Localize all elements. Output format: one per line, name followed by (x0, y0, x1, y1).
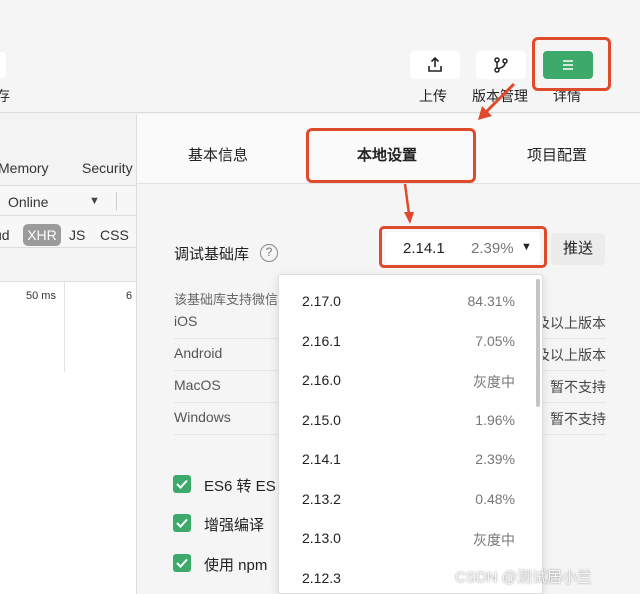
push-button[interactable]: 推送 (551, 233, 605, 265)
branch-icon (494, 57, 508, 73)
dropdown-scrollbar[interactable] (536, 279, 540, 407)
sdk-version-dropdown: 2.17.0 84.31% 2.16.1 7.05% 2.16.0 灰度中 2.… (278, 274, 543, 594)
platform-value: 及以上版本 (536, 347, 606, 363)
help-icon[interactable]: ? (260, 244, 278, 262)
option-percent: 84.31% (467, 293, 515, 309)
filter-cloud[interactable]: ud (0, 227, 10, 243)
option-percent: 灰度中 (473, 532, 515, 548)
filter-js[interactable]: JS (69, 227, 85, 243)
upload-icon (428, 56, 442, 72)
option-version: 2.12.3 (302, 569, 341, 586)
throttle-select[interactable]: Online (8, 194, 48, 210)
local-settings-highlight-box (306, 128, 476, 183)
toolbar-save-label: 存 (0, 88, 10, 104)
tab-project-config[interactable]: 项目配置 (527, 144, 587, 165)
filter-xhr[interactable]: XHR (23, 224, 61, 246)
checkbox-label: 增强编译 (204, 517, 265, 534)
chevron-down-icon[interactable]: ▼ (89, 195, 100, 207)
filter-css[interactable]: CSS (100, 227, 129, 243)
check-icon (176, 479, 188, 489)
dropdown-option[interactable]: 2.16.0 灰度中 (279, 360, 541, 400)
option-version: 2.16.0 (302, 372, 341, 388)
check-icon (176, 518, 188, 528)
checkbox-label: 使用 npm (204, 557, 268, 574)
dropdown-option[interactable]: 2.13.2 0.48% (279, 479, 541, 519)
toolbar-divider (116, 192, 117, 210)
platform-name: iOS (174, 313, 198, 329)
filter-bar-extra (0, 248, 136, 282)
details-highlight-box (532, 37, 611, 91)
watermark: CSDN @测试居小兰 (455, 569, 592, 586)
dropdown-option[interactable]: 2.14.1 2.39% (279, 439, 541, 479)
option-percent: 1.96% (475, 411, 515, 428)
platform-name: Windows (174, 409, 231, 425)
option-version: 2.14.1 (302, 451, 341, 467)
timeline-gridline (64, 282, 65, 372)
option-version: 2.17.0 (302, 293, 341, 309)
platform-name: MacOS (174, 377, 221, 393)
dropdown-option[interactable]: 2.13.0 灰度中 (279, 518, 541, 558)
option-version: 2.13.2 (302, 490, 341, 507)
checkbox-checked[interactable] (173, 514, 191, 532)
version-manage-label: 版本管理 (472, 88, 528, 104)
platform-value: 暂不支持 (550, 411, 606, 427)
upload-button[interactable] (410, 51, 460, 79)
dropdown-option[interactable]: 2.17.0 84.31% (279, 281, 541, 321)
sdk-support-note: 该基础库支持微信 (174, 292, 279, 307)
option-percent: 灰度中 (473, 374, 515, 390)
tab-basic-info[interactable]: 基本信息 (188, 144, 248, 165)
option-version: 2.16.1 (302, 332, 341, 349)
option-percent: 0.48% (475, 490, 515, 507)
dropdown-option[interactable]: 2.15.0 1.96% (279, 400, 541, 440)
version-manage-button[interactable] (476, 51, 526, 79)
tab-security[interactable]: Security (82, 160, 133, 176)
check-icon (176, 558, 188, 568)
platform-name: Android (174, 345, 223, 361)
checkbox-checked[interactable] (173, 554, 191, 572)
platform-value: 及以上版本 (536, 315, 606, 331)
option-version: 2.15.0 (302, 411, 341, 428)
tab-memory[interactable]: Memory (0, 160, 49, 176)
top-toolbar: 存 上传 版本管理 详情 (0, 0, 640, 113)
sdk-version-label: 调试基础库 (174, 246, 250, 263)
option-percent: 2.39% (475, 451, 515, 467)
timeline-tick-60ms: 6 (126, 290, 133, 302)
toolbar-save-button[interactable] (0, 52, 6, 78)
platform-value: 暂不支持 (550, 379, 606, 395)
option-version: 2.13.0 (302, 530, 341, 546)
checkbox-checked[interactable] (173, 475, 191, 493)
timeline-tick-50ms: 50 ms (26, 290, 56, 302)
dropdown-option[interactable]: 2.16.1 7.05% (279, 321, 541, 361)
sdk-select-highlight-box (379, 226, 547, 268)
option-percent: 7.05% (475, 332, 515, 349)
devtools-tab-bar: Memory Security (0, 114, 136, 186)
upload-label: 上传 (419, 88, 447, 104)
checkbox-label: ES6 转 ES (204, 478, 276, 495)
